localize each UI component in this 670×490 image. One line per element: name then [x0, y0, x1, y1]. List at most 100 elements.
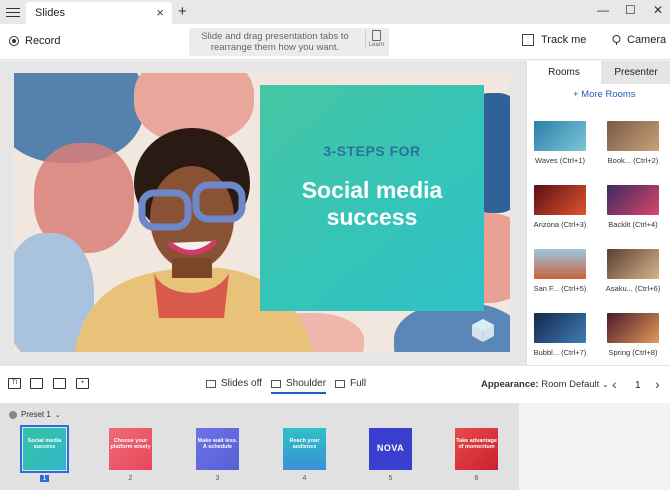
learn-label: Learn	[368, 42, 385, 48]
mode-label: Full	[350, 378, 367, 389]
room-thumbnail	[607, 121, 659, 151]
next-slide-button[interactable]: ›	[655, 376, 660, 392]
slides-tab[interactable]: Slides ×	[26, 2, 172, 24]
preset-icon	[9, 410, 17, 419]
tab-rooms[interactable]: Rooms	[527, 61, 601, 84]
rooms-tabs: Rooms Presenter	[527, 61, 670, 84]
tab-presenter[interactable]: Presenter	[601, 61, 670, 84]
room-thumbnail	[534, 249, 586, 279]
full-icon	[335, 379, 345, 388]
thumbnail-title: Make wait less. A schedule	[197, 438, 238, 450]
mode-slides-off[interactable]: Slides off	[206, 378, 262, 389]
slides-layout-icon[interactable]	[30, 378, 43, 389]
slide-number: 4	[302, 475, 307, 482]
slide-number: 6	[474, 475, 479, 482]
slide-thumbnail[interactable]: Make wait less. A schedule	[196, 428, 239, 470]
previous-slide-button[interactable]: ‹	[612, 376, 617, 392]
mode-label: Shoulder	[286, 378, 327, 389]
learn-button[interactable]: Learn	[365, 30, 385, 48]
room-item[interactable]: Spring (Ctrl+8)	[607, 313, 661, 357]
room-item[interactable]: Book... (Ctrl+2)	[607, 121, 661, 165]
room-thumbnail	[607, 185, 659, 215]
slide-number: 2	[128, 475, 133, 482]
presentation-controls: Tt + Slides off Shoulder Full Appearance…	[0, 365, 670, 403]
room-item[interactable]: Bubbl... (Ctrl+7)	[534, 313, 588, 357]
minimize-button[interactable]: —	[597, 3, 609, 17]
room-label: Backlit (Ctrl+4)	[608, 220, 658, 229]
slide-title-card: 3-STEPS FOR Social media success	[260, 85, 484, 311]
shoulder-icon	[271, 379, 281, 388]
camera-dropdown[interactable]: Camera ⌄	[611, 34, 670, 46]
appearance-value: Room Default	[541, 379, 600, 390]
tab-title: Slides	[35, 7, 65, 19]
thumbnail-title: Reach your audience	[289, 438, 320, 450]
page-number: 1	[635, 380, 641, 391]
slide-kicker: 3-STEPS FOR	[323, 143, 421, 159]
mode-shoulder[interactable]: Shoulder	[271, 378, 327, 394]
room-label: Arizona (Ctrl+3)	[533, 220, 587, 229]
room-item[interactable]: Arizona (Ctrl+3)	[534, 185, 588, 229]
logo-cube-icon	[472, 319, 494, 342]
chevron-down-icon: ⌄	[54, 411, 61, 419]
mode-full[interactable]: Full	[335, 378, 366, 389]
preset-label: Preset 1	[21, 410, 51, 419]
presentation-stage: 3-STEPS FOR Social media success	[0, 61, 526, 365]
room-thumbnail	[607, 249, 659, 279]
room-item[interactable]: Waves (Ctrl+1)	[534, 121, 588, 165]
more-rooms-link[interactable]: + More Rooms	[573, 89, 636, 100]
track-me-checkbox[interactable]	[522, 34, 534, 46]
slide-title: Social media success	[301, 177, 443, 230]
close-tab-icon[interactable]: ×	[156, 5, 164, 20]
slide-thumbnail[interactable]: Social media success	[20, 425, 69, 473]
learn-icon	[372, 30, 381, 41]
camera-label: Camera	[627, 34, 667, 46]
hint-banner: Slide and drag presentation tabs to rear…	[189, 28, 389, 56]
slide-thumbnail[interactable]: NOVA	[369, 428, 412, 470]
room-label: San F... (Ctrl+5)	[533, 284, 587, 293]
thumbnail-title: Take advantage of momentum	[456, 438, 497, 450]
track-me-label: Track me	[541, 34, 587, 46]
thumbnail-title: Social media success	[27, 438, 62, 450]
room-label: Bubbl... (Ctrl+7)	[533, 348, 587, 357]
slide-thumbnail[interactable]: Take advantage of momentum	[455, 428, 498, 470]
slide-strip: Preset 1 ⌄ Social media success 1 Choose…	[0, 403, 519, 490]
slide-thumbnail[interactable]: Reach your audience	[283, 428, 326, 470]
room-label: Asaku... (Ctrl+6)	[605, 284, 661, 293]
record-icon	[9, 36, 19, 46]
track-me-toggle[interactable]: Track me	[522, 34, 586, 46]
slide-number: 5	[388, 475, 393, 482]
room-thumbnail	[534, 121, 586, 151]
window-close-button[interactable]: ✕	[653, 3, 663, 17]
rooms-panel: Rooms Presenter + More Rooms Waves (Ctrl…	[526, 61, 670, 365]
screen-share-icon[interactable]	[53, 378, 66, 389]
room-thumbnail	[607, 313, 659, 343]
appearance-label: Appearance:	[481, 379, 539, 390]
toolbar: Record Slide and drag presentation tabs …	[0, 24, 670, 60]
title-bar: Slides × + — ☐ ✕	[0, 0, 670, 24]
record-label: Record	[25, 35, 61, 47]
slide-number-text: 1	[39, 475, 50, 482]
preset-dropdown[interactable]: Preset 1 ⌄	[9, 410, 61, 419]
room-item[interactable]: Backlit (Ctrl+4)	[607, 185, 661, 229]
new-tab-button[interactable]: +	[178, 3, 187, 20]
room-label: Spring (Ctrl+8)	[608, 348, 658, 357]
record-button[interactable]: Record	[9, 35, 60, 47]
room-item[interactable]: Asaku... (Ctrl+6)	[606, 249, 661, 293]
thumbnail-title: NOVA	[376, 443, 405, 453]
add-slide-icon[interactable]: +	[76, 378, 89, 389]
slide-number: 3	[215, 475, 220, 482]
slide-preview: 3-STEPS FOR Social media success	[14, 73, 510, 352]
mode-label: Slides off	[221, 378, 262, 389]
strip-empty-area	[519, 403, 670, 490]
hamburger-menu-icon[interactable]	[6, 5, 20, 19]
appearance-dropdown[interactable]: Appearance: Room Default ⌄	[481, 379, 609, 390]
maximize-button[interactable]: ☐	[625, 3, 636, 17]
text-overlay-icon[interactable]: Tt	[8, 378, 21, 389]
room-thumbnail	[534, 313, 586, 343]
slide-number: 1	[23, 475, 66, 482]
camera-icon	[612, 35, 621, 45]
room-item[interactable]: San F... (Ctrl+5)	[534, 249, 588, 293]
room-label: Waves (Ctrl+1)	[535, 156, 585, 165]
slide-thumbnail[interactable]: Choose your platform wisely	[109, 428, 152, 470]
chevron-down-icon: ⌄	[601, 380, 609, 389]
